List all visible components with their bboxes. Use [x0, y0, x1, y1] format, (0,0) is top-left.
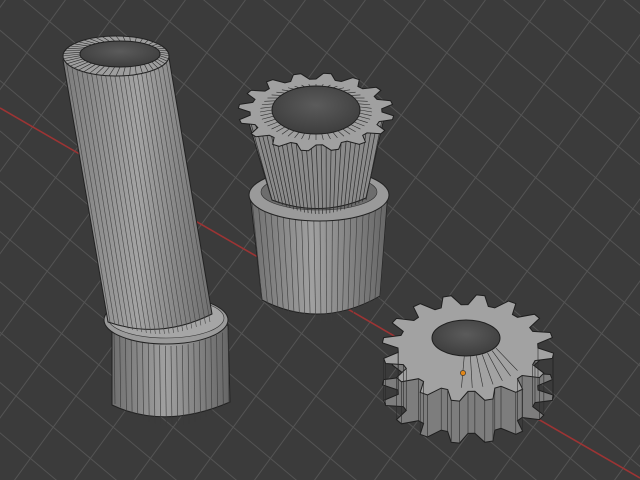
pinion-gear-assembly[interactable] [237, 72, 395, 323]
3d-viewport[interactable] [0, 0, 640, 480]
tall-tube[interactable] [62, 35, 231, 427]
spur-gear[interactable] [381, 294, 555, 444]
object-origin-dot [460, 370, 466, 376]
